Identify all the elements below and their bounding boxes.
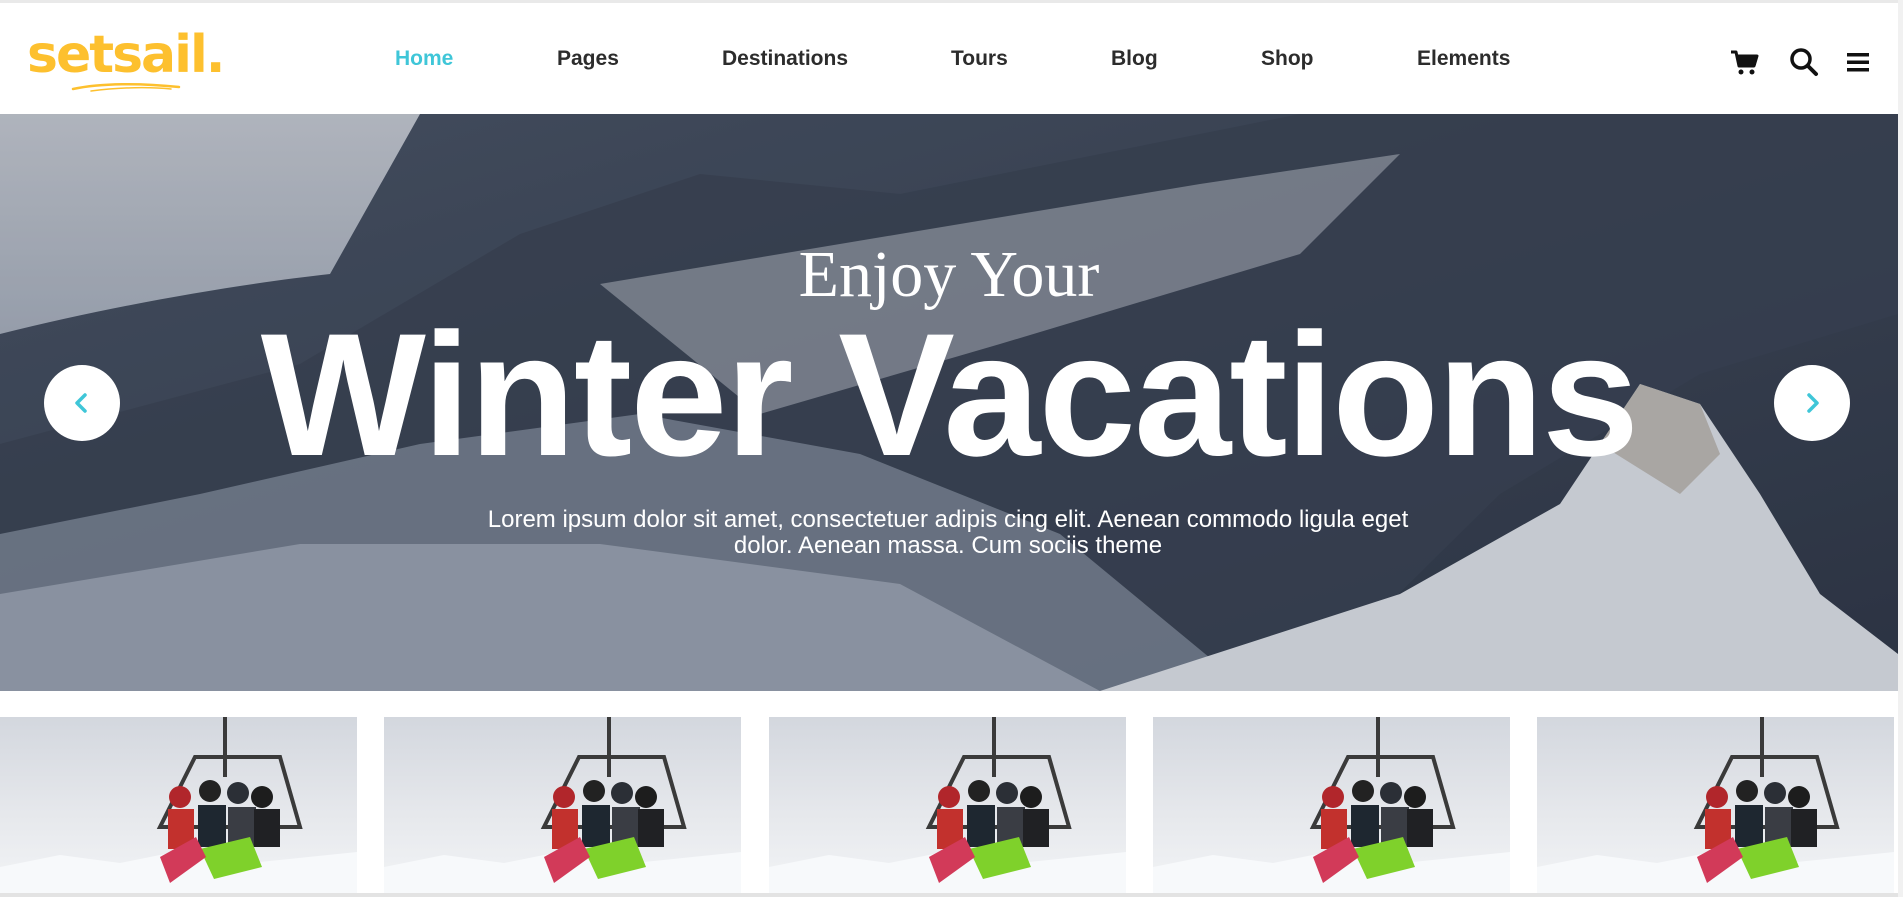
nav-blog[interactable]: Blog [1111, 47, 1158, 71]
ski-lift-image [384, 717, 741, 893]
scrollbar-track[interactable] [1898, 0, 1903, 897]
slider-next-button[interactable] [1774, 365, 1850, 441]
logo[interactable]: setsail. [27, 25, 226, 95]
hero-description-line-1: Lorem ipsum dolor sit amet, consectetuer… [487, 506, 1409, 533]
nav-shop[interactable]: Shop [1261, 47, 1314, 71]
search-icon[interactable] [1789, 47, 1819, 77]
ski-lift-image [0, 717, 357, 893]
nav-destinations[interactable]: Destinations [722, 47, 848, 71]
nav-tours[interactable]: Tours [951, 47, 1008, 71]
thumbnail-4[interactable] [1153, 717, 1510, 893]
thumbnail-1[interactable] [0, 717, 357, 893]
menu-icon[interactable] [1846, 47, 1876, 77]
nav-home[interactable]: Home [395, 47, 453, 71]
ski-lift-image [1153, 717, 1510, 893]
thumbnail-3[interactable] [769, 717, 1126, 893]
cart-icon[interactable] [1729, 47, 1759, 77]
ski-lift-image [1537, 717, 1894, 893]
hero-slider: Enjoy Your Winter Vacations Lorem ipsum … [0, 114, 1898, 691]
site-header: setsail. Home Pages Destinations Tours B… [0, 0, 1898, 114]
chevron-left-icon [75, 393, 87, 413]
bottom-divider [0, 893, 1898, 897]
logo-swash [71, 82, 181, 92]
hero-title: Winter Vacations [260, 298, 1640, 493]
hero-description-line-2: dolor. Aenean massa. Cum sociis theme [733, 532, 1163, 559]
slider-prev-button[interactable] [44, 365, 120, 441]
hero-description: Lorem ipsum dolor sit amet, consectetuer… [460, 507, 1436, 559]
chevron-right-icon [1807, 393, 1819, 413]
thumbnail-strip [0, 717, 1898, 893]
nav-pages[interactable]: Pages [557, 47, 619, 71]
nav-elements[interactable]: Elements [1417, 47, 1510, 71]
logo-text: setsail. [27, 25, 226, 85]
ski-lift-image [769, 717, 1126, 893]
thumbnail-2[interactable] [384, 717, 741, 893]
thumbnail-5[interactable] [1537, 717, 1894, 893]
